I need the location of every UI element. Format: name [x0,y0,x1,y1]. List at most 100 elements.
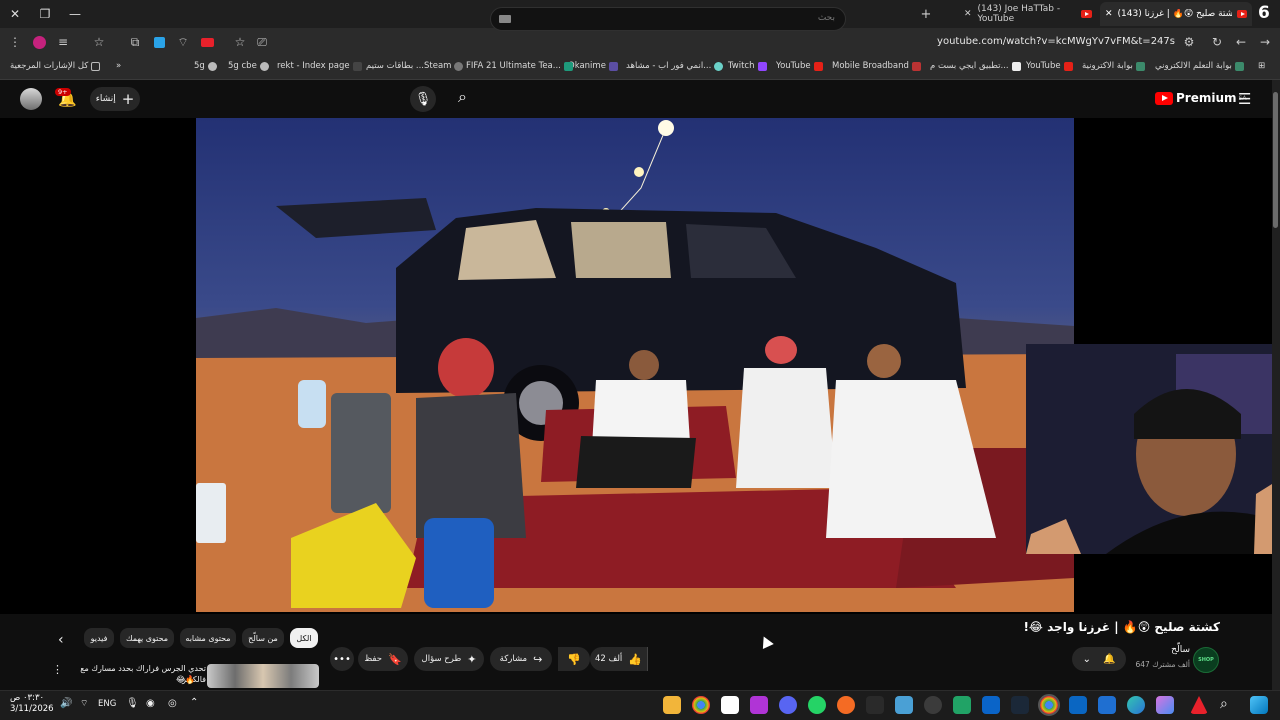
app-icon[interactable] [866,696,884,714]
ask-label: طرح سؤال [421,654,462,664]
bookmark-item[interactable]: تطبيق ايجي بست م... [930,61,1024,71]
forward-icon[interactable]: ← [1232,33,1250,51]
bookmark-item[interactable]: بوابة التعلم الالكتروني [1155,61,1247,71]
save-button[interactable]: حفظ 🔖 [358,647,408,671]
ask-button[interactable]: طرح سؤال ✦ [414,647,484,671]
bookmark-item[interactable]: Mobile Broadband [832,61,924,71]
bookmark-item[interactable]: 5g cbe [228,61,272,71]
speaker-icon[interactable]: 🔊 [60,698,72,709]
bookmark-item[interactable]: YouTube [776,61,826,71]
address-toolbar: ⋮ ≡ ☆ ⧉ ⌔ ☆ ⎚ youtube.com/watch?v=kcMWgY… [0,28,1280,56]
edge-icon[interactable] [1127,696,1145,714]
scrollbar-thumb[interactable] [1273,92,1278,228]
apps-grid-icon[interactable]: ⊞ [1258,61,1265,71]
voice-search-icon[interactable]: 🎙 [410,86,436,112]
hamburger-menu-icon[interactable]: ☰ [1238,90,1251,108]
tray-expand-chevron-icon[interactable]: ⌃ [190,697,198,708]
tab-active-video[interactable]: ✕ (143) كشتة صليح 😲🔥 | غرزنا ... [1100,2,1252,26]
chip-interests[interactable]: محتوى يهمك [120,628,174,648]
app-icon[interactable] [895,696,913,714]
extension-icon[interactable] [150,33,168,51]
like-button[interactable]: 42 ألف 👍 [590,647,648,671]
search-icon[interactable]: ⌕ [458,87,467,107]
account-avatar[interactable] [20,88,42,110]
channel-avatar[interactable]: SHOP [1193,647,1219,673]
youtube-premium-logo[interactable]: Premium SA [1155,91,1247,105]
app-icon[interactable] [1098,696,1116,714]
app-icon[interactable] [924,696,942,714]
bookmark-item[interactable]: انمي فور اب - مشاهد... [626,61,726,71]
windows-start-icon[interactable] [1250,696,1268,714]
chip-all[interactable]: الكل [290,628,318,648]
create-button[interactable]: إنشاء + [90,87,140,111]
copilot-icon[interactable] [1156,696,1174,714]
search-box[interactable]: بحث [490,7,846,31]
outlook-icon[interactable] [1069,696,1087,714]
bookmark-item[interactable]: FIFA 21 Ultimate Tea... [466,61,576,71]
bookmarks-icon[interactable]: ☆ [90,33,108,51]
subscribed-button[interactable]: ⌄ 🔔 [1072,647,1126,671]
tray-app-icon[interactable]: ◉ [146,698,155,709]
app-icon[interactable] [837,696,855,714]
cast-icon[interactable]: ⎚ [253,33,271,51]
more-actions-button[interactable]: ••• [330,647,354,671]
chip-videos[interactable]: فيديو [84,628,114,648]
capcut-icon[interactable] [721,696,739,714]
microphone-icon[interactable]: 🎙 [126,698,139,709]
suggestion-more-icon[interactable]: ⋮ [52,663,63,676]
tray-app-icon[interactable]: ◎ [168,698,177,709]
bookmark-item[interactable]: Twitch [728,61,770,71]
keyboard-icon[interactable] [499,15,511,23]
more-bookmarks-icon[interactable]: » [116,61,121,71]
app-icon[interactable] [750,696,768,714]
suggested-video-thumbnail[interactable] [207,664,319,688]
star-icon[interactable]: ☆ [231,33,249,51]
all-bookmarks-folder[interactable]: كل الإشارات المرجعية [10,61,103,71]
profile-avatar[interactable] [30,33,48,51]
chip-similar[interactable]: محتوى مشابه [180,628,236,648]
adblock-icon[interactable] [198,33,216,51]
globe-icon [259,61,269,71]
video-player[interactable] [0,118,1272,614]
bookmark-item[interactable]: YouTube [1026,61,1076,71]
tab-close-icon[interactable]: ✕ [964,9,972,19]
share-button[interactable]: مشاركة ↪ [490,647,552,671]
bookmark-item[interactable]: بطاقات ستيم ...Steam [366,61,466,71]
chrome-active-icon[interactable] [1038,694,1060,716]
steam-icon[interactable] [1011,696,1029,714]
whatsapp-icon[interactable] [808,696,826,714]
system-clock[interactable]: ٠٣:٣٠ ص 3/11/2026 [10,693,54,715]
menu-dots-icon[interactable]: ⋮ [6,33,24,51]
tab-youtube-icon-tab[interactable] [1076,2,1098,26]
bookmark-item[interactable]: 5g [194,61,220,71]
minimize-window-button[interactable]: — [60,0,90,28]
profile-badge[interactable]: 6 [1258,3,1270,23]
dislike-button[interactable]: 👎 [558,647,590,671]
search-input[interactable]: بحث [818,13,835,23]
site-settings-icon[interactable]: ⚙ [1180,33,1198,51]
reload-icon[interactable]: ↻ [1208,33,1226,51]
wifi-extension-icon[interactable]: ⌔ [174,33,192,51]
bookmark-item[interactable]: rekt - Index page [277,61,365,71]
url-field[interactable]: youtube.com/watch?v=kcMWgYv7vFM&t=247s [937,36,1175,47]
chips-prev-arrow-icon[interactable]: ‹ [58,632,64,648]
chrome-icon[interactable] [692,696,710,714]
language-indicator[interactable]: ENG [98,699,116,709]
back-icon[interactable]: → [1256,33,1274,51]
file-explorer-icon[interactable] [663,696,681,714]
discord-icon[interactable] [779,696,797,714]
bookmark-item[interactable]: بوابة الاكترونية [1082,61,1148,71]
tab-close-icon[interactable]: ✕ [1105,9,1113,19]
close-window-button[interactable]: ✕ [0,0,30,28]
app-icon[interactable] [982,696,1000,714]
chip-from-channel[interactable]: من سالّح [242,628,284,648]
new-tab-button[interactable]: + [912,2,940,26]
bookmark-item[interactable]: Okanime [568,61,621,71]
extensions-icon[interactable]: ⧉ [126,33,144,51]
network-icon[interactable]: ⌔ [80,698,88,709]
restore-window-button[interactable]: ❐ [30,0,60,28]
playlist-icon[interactable]: ≡ [54,33,72,51]
search-icon[interactable]: ⌕ [1220,696,1228,712]
excel-icon[interactable] [953,696,971,714]
channel-name[interactable]: سالّح [1130,645,1190,655]
